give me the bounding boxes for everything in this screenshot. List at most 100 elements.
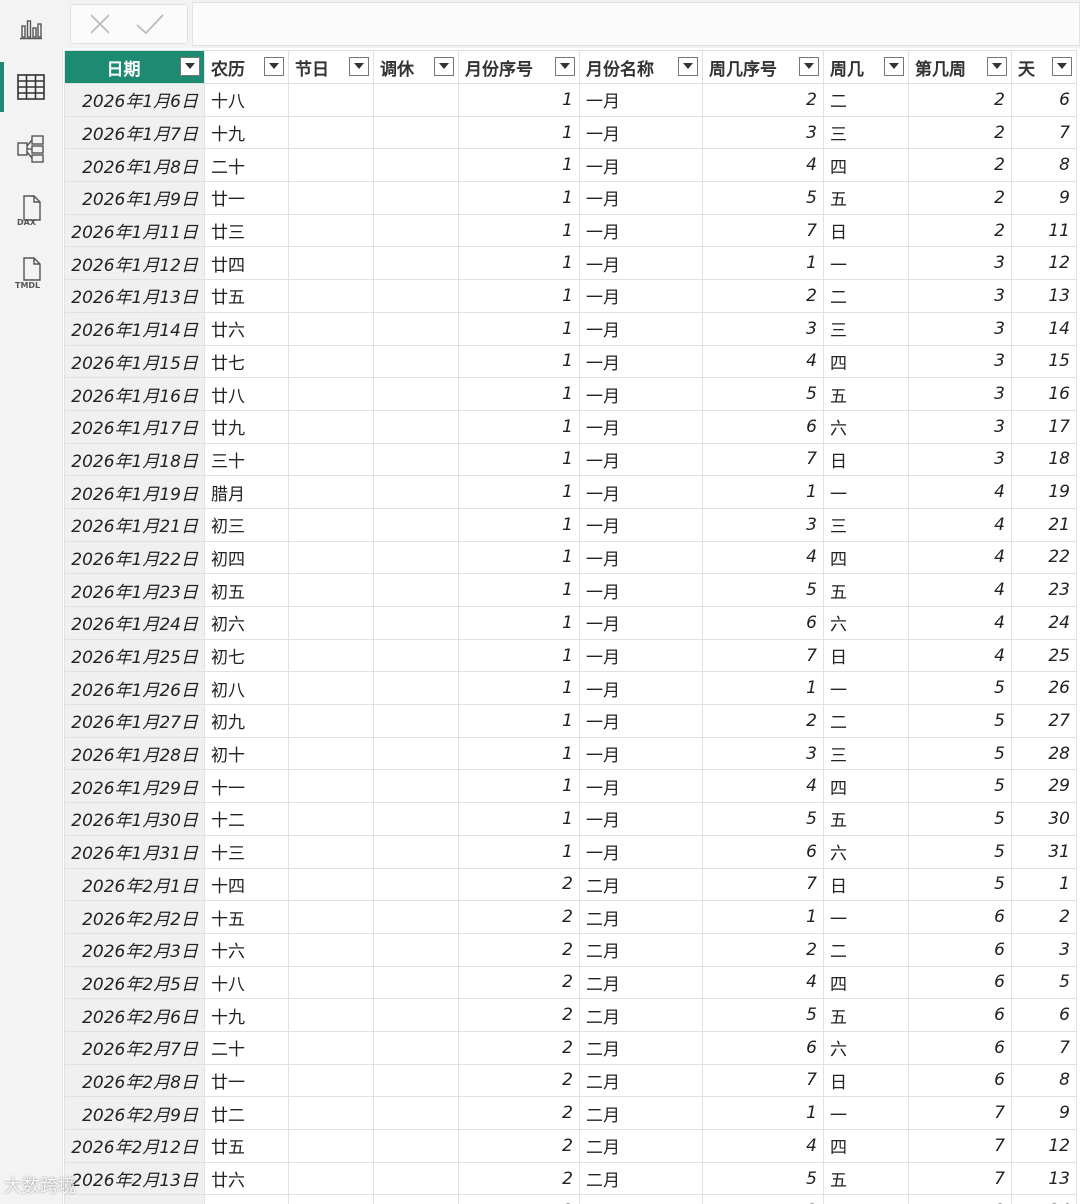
table-cell[interactable]: 6 — [908, 1030, 1012, 1065]
table-cell[interactable] — [373, 638, 459, 673]
table-cell[interactable]: 2026年2月7日 — [64, 1030, 205, 1065]
table-cell[interactable]: 三 — [823, 736, 909, 771]
table-cell[interactable] — [288, 181, 374, 215]
table-cell[interactable]: 十四 — [204, 867, 289, 902]
table-cell[interactable] — [373, 344, 459, 379]
table-cell[interactable]: 四 — [823, 965, 909, 1000]
table-cell[interactable]: 25 — [1011, 638, 1077, 673]
table-cell[interactable] — [288, 377, 374, 411]
table-cell[interactable]: 1 — [458, 475, 580, 509]
table-cell[interactable]: 二月 — [579, 932, 703, 967]
table-cell[interactable] — [373, 1129, 459, 1163]
table-cell[interactable]: 一月 — [579, 671, 703, 706]
table-cell[interactable] — [373, 965, 459, 1000]
table-cell[interactable]: 一月 — [579, 540, 703, 575]
table-cell[interactable]: 3 — [908, 311, 1012, 346]
table-cell[interactable]: 一月 — [579, 377, 703, 411]
table-cell[interactable]: 5 — [702, 998, 824, 1032]
table-cell[interactable] — [373, 279, 459, 313]
table-cell[interactable]: 29 — [1011, 769, 1077, 804]
table-cell[interactable]: 4 — [702, 965, 824, 1000]
table-cell[interactable]: 3 — [908, 409, 1012, 444]
table-cell[interactable]: 廿一 — [204, 1063, 289, 1098]
table-cell[interactable]: 1 — [458, 213, 580, 248]
table-cell[interactable]: 12 — [1011, 246, 1077, 281]
table-cell[interactable]: 7 — [1011, 1030, 1077, 1065]
table-cell[interactable]: 1 — [702, 900, 824, 934]
table-cell[interactable]: 一月 — [579, 83, 703, 117]
table-cell[interactable] — [288, 573, 374, 607]
table-cell[interactable]: 4 — [702, 148, 824, 183]
table-cell[interactable]: 2026年1月12日 — [64, 246, 205, 281]
filter-dropdown-icon[interactable] — [799, 57, 819, 76]
column-header[interactable]: 节日 — [288, 50, 374, 84]
table-cell[interactable]: 十一 — [204, 769, 289, 804]
table-cell[interactable]: 1 — [458, 769, 580, 804]
table-cell[interactable]: 六 — [823, 1030, 909, 1065]
table-cell[interactable]: 2026年1月11日 — [64, 213, 205, 248]
table-cell[interactable]: 三十 — [204, 442, 289, 477]
table-cell[interactable]: 一月 — [579, 769, 703, 804]
table-cell[interactable]: 一月 — [579, 638, 703, 673]
cancel-button[interactable] — [85, 9, 119, 39]
table-cell[interactable]: 2026年1月30日 — [64, 802, 205, 836]
table-cell[interactable]: 8 — [1011, 1063, 1077, 1098]
table-cell[interactable]: 3 — [702, 311, 824, 346]
table-cell[interactable] — [288, 213, 374, 248]
table-cell[interactable]: 2026年2月9日 — [64, 1096, 205, 1130]
table-cell[interactable]: 1 — [458, 246, 580, 281]
table-cell[interactable]: 2026年1月17日 — [64, 409, 205, 444]
table-cell[interactable]: 五 — [823, 573, 909, 607]
table-cell[interactable]: 1 — [458, 279, 580, 313]
table-cell[interactable] — [288, 409, 374, 444]
column-header[interactable]: 第几周 — [908, 50, 1012, 84]
table-cell[interactable]: 六 — [823, 834, 909, 869]
table-cell[interactable]: 2026年1月28日 — [64, 736, 205, 771]
table-cell[interactable]: 5 — [702, 802, 824, 836]
table-cell[interactable]: 廿七 — [204, 344, 289, 379]
table-cell[interactable]: 2026年1月8日 — [64, 148, 205, 183]
table-cell[interactable] — [373, 1096, 459, 1130]
table-cell[interactable]: 15 — [1011, 344, 1077, 379]
table-cell[interactable]: 二月 — [579, 1063, 703, 1098]
table-cell[interactable]: 2026年1月7日 — [64, 115, 205, 150]
table-cell[interactable] — [373, 115, 459, 150]
table-cell[interactable]: 二月 — [579, 1096, 703, 1130]
filter-dropdown-icon[interactable] — [1052, 57, 1072, 76]
table-cell[interactable]: 二月 — [579, 1129, 703, 1163]
table-cell[interactable]: 2 — [702, 279, 824, 313]
table-cell[interactable] — [288, 115, 374, 150]
table-cell[interactable] — [373, 181, 459, 215]
table-cell[interactable]: 2026年1月22日 — [64, 540, 205, 575]
table-cell[interactable]: 2026年1月31日 — [64, 834, 205, 869]
table-cell[interactable]: 7 — [702, 867, 824, 902]
table-cell[interactable]: 五 — [823, 1161, 909, 1196]
table-cell[interactable]: 2 — [458, 965, 580, 1000]
table-cell[interactable]: 3 — [908, 442, 1012, 477]
table-cell[interactable]: 24 — [1011, 606, 1077, 640]
table-cell[interactable] — [373, 475, 459, 509]
table-cell[interactable]: 十二 — [204, 802, 289, 836]
filter-dropdown-icon[interactable] — [180, 57, 200, 76]
table-cell[interactable]: 廿四 — [204, 246, 289, 281]
table-cell[interactable]: 17 — [1011, 409, 1077, 444]
column-header[interactable]: 调休 — [373, 50, 459, 84]
table-cell[interactable]: 1 — [458, 606, 580, 640]
table-cell[interactable]: 日 — [823, 867, 909, 902]
table-cell[interactable]: 一月 — [579, 606, 703, 640]
table-cell[interactable]: 13 — [1011, 1161, 1077, 1196]
table-cell[interactable]: 2 — [458, 998, 580, 1032]
table-cell[interactable] — [373, 540, 459, 575]
table-cell[interactable] — [288, 671, 374, 706]
table-cell[interactable]: 24 — [1011, 1194, 1077, 1204]
table-cell[interactable]: 廿五 — [204, 279, 289, 313]
table-cell[interactable]: 27 — [1011, 704, 1077, 738]
table-cell[interactable]: 2 — [702, 704, 824, 738]
table-cell[interactable]: 五 — [823, 998, 909, 1032]
table-cell[interactable]: 6 — [908, 998, 1012, 1032]
table-cell[interactable]: 5 — [908, 704, 1012, 738]
table-cell[interactable]: 2026年1月19日 — [64, 475, 205, 509]
table-cell[interactable]: 六 — [823, 409, 909, 444]
table-cell[interactable]: 廿九 — [204, 409, 289, 444]
table-cell[interactable] — [288, 1194, 374, 1204]
